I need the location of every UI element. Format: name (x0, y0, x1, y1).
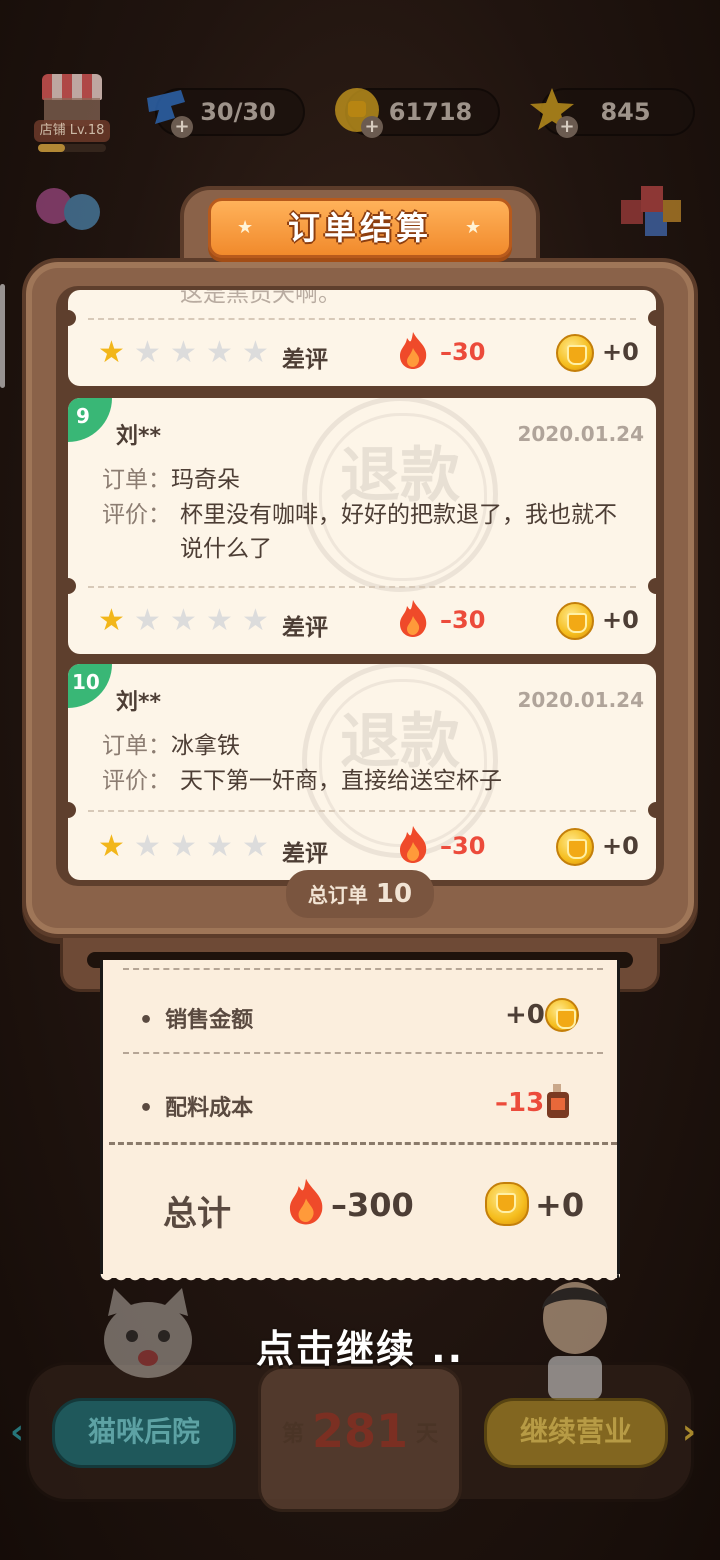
order-card: 退款 10 刘** 2020.01.24 订单：冰拿铁 评价： 天下第一奸商，直… (68, 664, 656, 880)
coin-plus-icon[interactable]: + (361, 116, 383, 138)
total-label: 总计 (163, 1194, 231, 1234)
ribbon-star-icon: ★ (465, 217, 482, 238)
receipt: 销售金额 +0 配料成本 –13 总计 –300 +0 (100, 960, 620, 1288)
coin-icon (545, 998, 579, 1032)
card-divider (88, 318, 636, 320)
tap-to-continue-prompt[interactable]: 点击继续 .. (0, 1318, 720, 1373)
customer-name: 刘** (116, 424, 162, 449)
coin-icon (556, 334, 594, 372)
sales-value: +0 (505, 1000, 545, 1030)
review-row: 评价： 天下第一奸商，直接给送空杯子 (102, 764, 622, 798)
panel-title-ribbon: ★ 订单结算 ★ (208, 198, 512, 258)
dice-icon[interactable] (615, 178, 685, 248)
customer-name: 刘** (116, 690, 162, 715)
bonus-value: +0 (602, 832, 639, 860)
order-item: 玛奇朵 (171, 467, 240, 493)
order-item-row: 订单：玛奇朵 (102, 467, 240, 493)
penalty-value: –30 (440, 606, 486, 634)
total-bonus: +0 (535, 1186, 585, 1224)
rating-label: 差评 (282, 615, 328, 641)
bonus-value: +0 (602, 338, 639, 366)
arrow-left-icon[interactable]: ‹ (10, 1414, 34, 1450)
receipt-divider (123, 1052, 603, 1054)
clipped-review-text: 这是黑员天啊。 (180, 290, 341, 307)
day-number: 281 (311, 1404, 409, 1458)
review-row: 评价： 杯里没有咖啡，好好的把款退了，我也就不说什么了 (102, 498, 622, 566)
card-divider (88, 810, 636, 812)
shop-level-label: 店铺 Lv.18 (34, 120, 110, 142)
day-counter: 第 281 天 (281, 1404, 439, 1458)
friends-icon[interactable] (36, 188, 106, 248)
order-index-badge: 9 (68, 398, 112, 442)
order-card: 退款 9 刘** 2020.01.24 订单：玛奇朵 评价： 杯里没有咖啡，好好… (68, 398, 656, 654)
total-orders-badge: 总订单 10 (286, 870, 434, 918)
total-orders-value: 10 (375, 879, 413, 909)
scroll-indicator (0, 284, 5, 388)
star-value: 845 (600, 98, 651, 126)
flame-icon (400, 600, 427, 637)
order-item-row: 订单：冰拿铁 (102, 733, 240, 759)
bonus-value: +0 (602, 606, 639, 634)
review-text: 杯里没有咖啡，好好的把款退了，我也就不说什么了 (180, 502, 617, 562)
shop-icon[interactable]: 店铺 Lv.18 (30, 74, 114, 156)
rating-label: 差评 (282, 347, 328, 373)
shop-roof (42, 74, 102, 100)
coin-icon (556, 602, 594, 640)
shop-level-progress (38, 144, 106, 152)
order-date: 2020.01.24 (517, 688, 644, 712)
flame-icon (289, 1178, 323, 1225)
order-index-badge: 10 (68, 664, 112, 708)
card-divider (88, 586, 636, 588)
order-card-partial: 这是黑员天啊。 ★ ★ ★ ★ ★ 差评 –30 +0 (68, 290, 656, 386)
rating-label: 差评 (282, 841, 328, 867)
coin-icon (485, 1182, 529, 1226)
total-penalty: –300 (331, 1186, 414, 1224)
receipt-divider (109, 1142, 617, 1145)
star-plus-icon[interactable]: + (556, 116, 578, 138)
energy-counter[interactable]: + 30/30 (147, 88, 305, 138)
penalty-value: –30 (440, 832, 486, 860)
ingredients-label: 配料成本 (139, 1090, 253, 1122)
penalty-value: –30 (440, 338, 486, 366)
receipt-divider (123, 968, 603, 970)
top-hud: 店铺 Lv.18 + 30/30 + 61718 + 845 (0, 70, 720, 170)
cat-backyard-button[interactable]: 猫咪后院 (52, 1398, 236, 1468)
flame-icon (400, 332, 427, 369)
coin-icon (556, 828, 594, 866)
coin-value: 61718 (388, 98, 473, 126)
continue-business-button[interactable]: 继续营业 (484, 1398, 668, 1468)
energy-value: 30/30 (200, 98, 276, 126)
review-text: 天下第一奸商，直接给送空杯子 (180, 768, 502, 794)
star-counter[interactable]: + 845 (530, 88, 695, 138)
order-date: 2020.01.24 (517, 422, 644, 446)
sauce-bottle-icon (547, 1084, 569, 1118)
coin-counter[interactable]: + 61718 (335, 88, 500, 138)
total-orders-label: 总订单 (307, 883, 368, 907)
order-item: 冰拿铁 (171, 733, 240, 759)
sales-label: 销售金额 (139, 1002, 253, 1034)
flame-icon (400, 826, 427, 863)
arrow-right-icon[interactable]: › (682, 1414, 706, 1450)
ingredients-value: –13 (495, 1088, 545, 1118)
energy-plus-icon[interactable]: + (171, 116, 193, 138)
